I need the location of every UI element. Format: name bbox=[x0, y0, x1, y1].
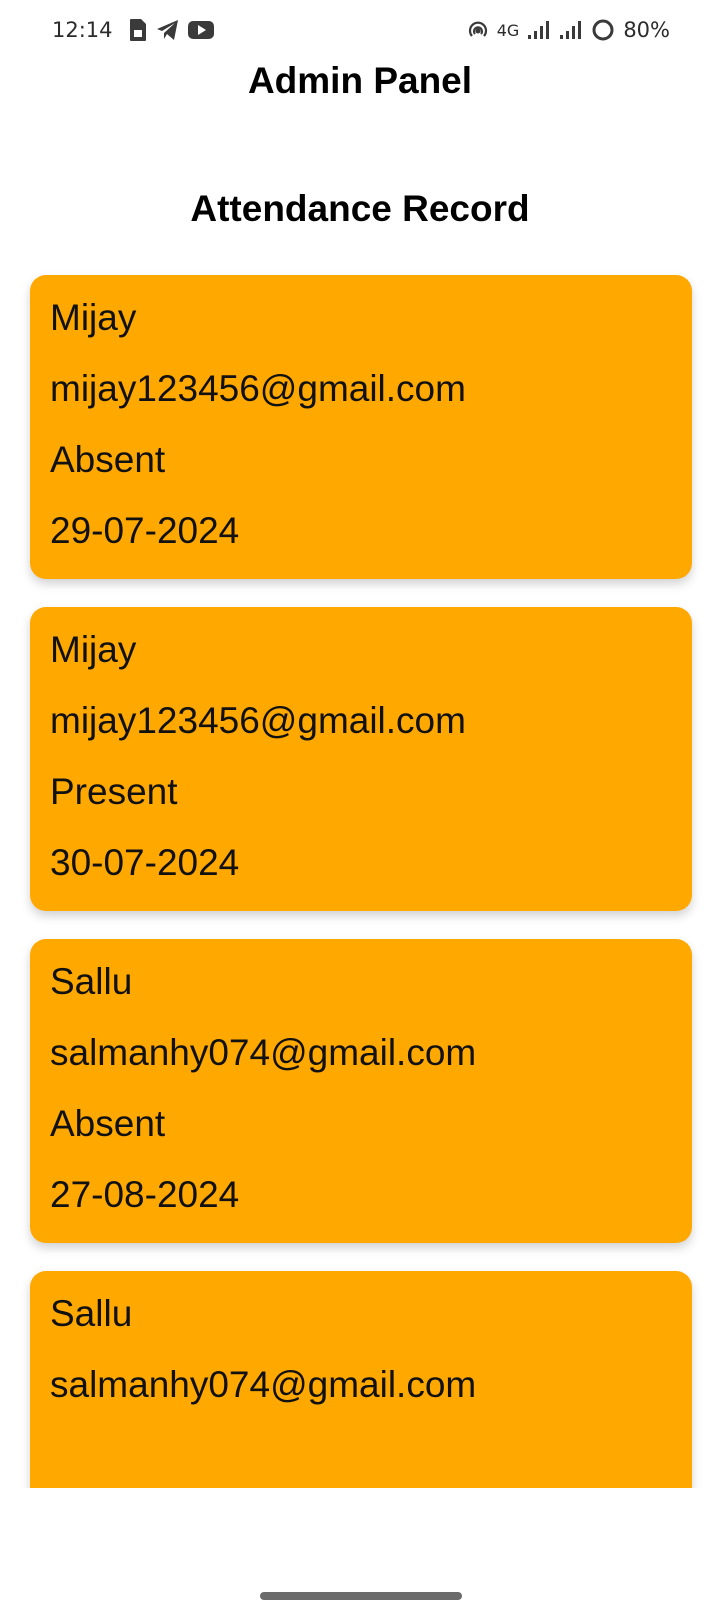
record-name: Sallu bbox=[50, 1293, 133, 1334]
attendance-list[interactable]: Mijay mijay123456@gmail.com Absent 29-07… bbox=[0, 270, 720, 1488]
record-status: Absent bbox=[50, 1103, 166, 1144]
hotspot-icon bbox=[467, 19, 489, 41]
system-icons: 4G 80% bbox=[467, 18, 670, 42]
record-email: salmanhy074@gmail.com bbox=[50, 1032, 477, 1073]
record-date: 29-07-2024 bbox=[50, 510, 240, 551]
app-title: Admin Panel bbox=[247, 60, 473, 101]
attendance-card[interactable]: Sallu salmanhy074@gmail.com bbox=[30, 1271, 692, 1488]
youtube-icon bbox=[188, 20, 214, 40]
attendance-card[interactable]: Sallu salmanhy074@gmail.com Absent 27-08… bbox=[30, 939, 692, 1243]
record-email: mijay123456@gmail.com bbox=[50, 368, 466, 409]
network-type: 4G bbox=[496, 20, 520, 40]
record-status: Present bbox=[50, 771, 178, 812]
record-name: Mijay bbox=[50, 629, 137, 670]
battery-ring-icon bbox=[591, 18, 615, 42]
attendance-card[interactable]: Mijay mijay123456@gmail.com Absent 29-07… bbox=[30, 275, 692, 579]
attendance-card[interactable]: Mijay mijay123456@gmail.com Present 30-0… bbox=[30, 607, 692, 911]
record-name: Sallu bbox=[50, 961, 133, 1002]
notification-icons bbox=[128, 18, 214, 42]
home-indicator[interactable] bbox=[260, 1592, 462, 1600]
section-title: Attendance Record bbox=[190, 188, 530, 229]
signal-icon bbox=[559, 20, 583, 40]
telegram-icon bbox=[156, 19, 180, 41]
record-name: Mijay bbox=[50, 297, 137, 338]
record-email: salmanhy074@gmail.com bbox=[50, 1364, 477, 1405]
battery-level: 80% bbox=[623, 18, 670, 42]
record-date: 30-07-2024 bbox=[50, 842, 240, 883]
signal-icon bbox=[527, 20, 551, 40]
status-bar: 12:14 4G 80% bbox=[0, 0, 720, 62]
sim-icon bbox=[128, 18, 148, 42]
record-status: Absent bbox=[50, 439, 166, 480]
record-email: mijay123456@gmail.com bbox=[50, 700, 466, 741]
status-time: 12:14 bbox=[52, 18, 113, 42]
record-date: 27-08-2024 bbox=[50, 1174, 240, 1215]
